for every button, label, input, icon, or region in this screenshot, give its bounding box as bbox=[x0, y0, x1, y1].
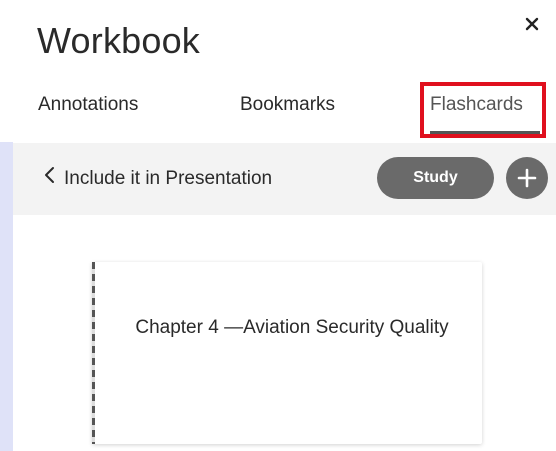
flashcard[interactable]: Chapter 4 —Aviation Security Quality bbox=[92, 262, 482, 444]
tab-annotations[interactable]: Annotations bbox=[38, 94, 138, 116]
flashcard-spine bbox=[92, 262, 95, 444]
plus-icon bbox=[517, 168, 537, 188]
panel-title: Workbook bbox=[37, 20, 201, 61]
tab-bookmarks[interactable]: Bookmarks bbox=[240, 94, 335, 116]
close-button[interactable] bbox=[520, 12, 544, 36]
screenshot-stage: Workbook Annotations Bookmarks Flashcard… bbox=[0, 0, 556, 451]
flashcard-text: Chapter 4 —Aviation Security Quality bbox=[135, 317, 449, 338]
close-icon bbox=[525, 17, 539, 31]
workbook-panel: Workbook Annotations Bookmarks Flashcard… bbox=[0, 0, 556, 451]
deck-title[interactable]: Include it in Presentation bbox=[64, 168, 272, 190]
chevron-left-icon bbox=[45, 167, 54, 183]
add-flashcard-button[interactable] bbox=[506, 157, 548, 199]
flashcards-highlight-annotation bbox=[420, 82, 546, 138]
back-button[interactable] bbox=[42, 163, 58, 187]
study-button[interactable]: Study bbox=[377, 157, 494, 199]
